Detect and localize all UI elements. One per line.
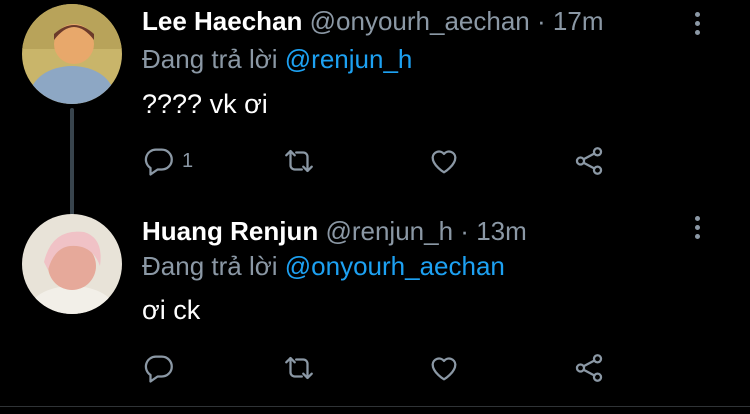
replying-to: Đang trả lời @onyourh_aechan xyxy=(142,251,505,281)
tweet-text: ???? vk ơi xyxy=(142,89,268,119)
retweet-button[interactable] xyxy=(282,143,316,179)
reply-button[interactable] xyxy=(142,350,176,386)
reply-icon xyxy=(144,148,173,176)
share-icon xyxy=(575,147,603,175)
username[interactable]: @renjun_h xyxy=(325,216,453,246)
reply-button[interactable]: 1 xyxy=(142,143,193,179)
like-icon xyxy=(431,150,457,174)
tweet-header: Lee Haechan @onyourh_aechan · 17m xyxy=(142,6,603,36)
display-name[interactable]: Huang Renjun xyxy=(142,216,318,246)
avatar-image xyxy=(22,4,122,104)
share-icon xyxy=(575,354,603,382)
retweet-button[interactable] xyxy=(282,350,316,386)
divider xyxy=(0,406,750,407)
retweet-icon xyxy=(285,356,313,380)
replying-to: Đang trả lời @renjun_h xyxy=(142,44,412,74)
tweet-haechan[interactable]: Lee Haechan @onyourh_aechan · 17m Đang t… xyxy=(0,0,750,220)
more-icon[interactable] xyxy=(694,216,700,242)
reply-icon xyxy=(144,355,173,383)
username[interactable]: @onyourh_aechan xyxy=(310,6,530,36)
avatar-image xyxy=(22,214,122,314)
replying-label: Đang trả lời xyxy=(142,251,285,281)
retweet-icon xyxy=(285,149,313,173)
mention-link[interactable]: @renjun_h xyxy=(285,44,413,74)
tweet-actions xyxy=(142,350,622,386)
reply-count: 1 xyxy=(182,149,194,172)
thread-connector xyxy=(70,108,74,220)
display-name[interactable]: Lee Haechan xyxy=(142,6,302,36)
like-button[interactable] xyxy=(427,143,461,179)
timestamp[interactable]: 13m xyxy=(476,216,527,246)
separator: · xyxy=(460,216,469,246)
replying-label: Đang trả lời xyxy=(142,44,285,74)
like-icon xyxy=(431,357,457,381)
tweet-actions: 1 xyxy=(142,143,622,179)
tweet-text: ơi ck xyxy=(142,295,201,325)
share-button[interactable] xyxy=(572,350,606,386)
more-icon[interactable] xyxy=(694,12,700,38)
share-button[interactable] xyxy=(572,143,606,179)
mention-link[interactable]: @onyourh_aechan xyxy=(285,251,505,281)
tweet-header: Huang Renjun @renjun_h · 13m xyxy=(142,216,527,246)
avatar[interactable] xyxy=(22,214,122,314)
timestamp[interactable]: 17m xyxy=(553,6,604,36)
avatar[interactable] xyxy=(22,4,122,104)
like-button[interactable] xyxy=(427,350,461,386)
separator: · xyxy=(537,6,546,36)
